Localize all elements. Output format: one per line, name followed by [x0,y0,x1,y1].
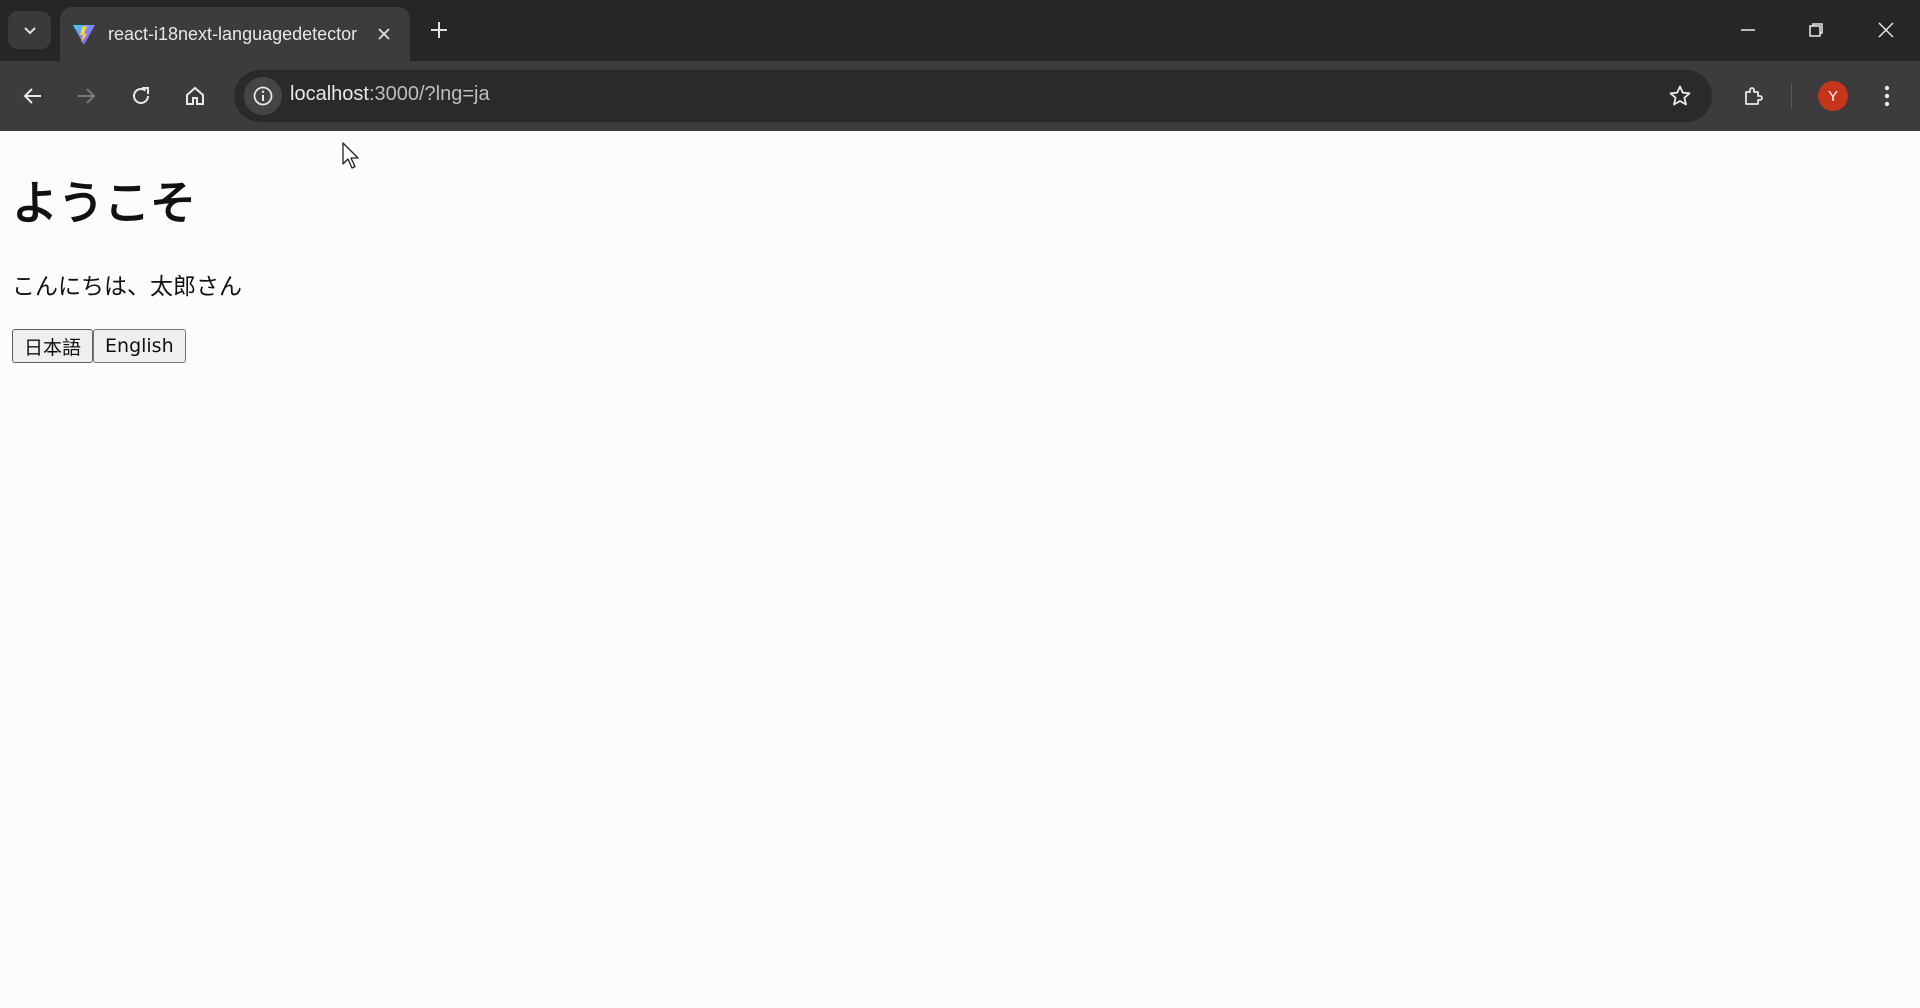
address-bar[interactable]: localhost:3000/?lng=ja [234,70,1712,122]
star-icon [1669,85,1691,106]
page-title: ようこそ [12,176,196,230]
toolbar-divider [1791,83,1792,109]
home-icon [186,86,204,105]
minimize-button[interactable] [1724,8,1772,52]
reload-button[interactable] [122,77,160,115]
japanese-button[interactable]: 日本語 [12,329,94,363]
window-close-icon [1878,22,1894,38]
url-text[interactable]: localhost:3000/?lng=ja [290,83,490,106]
restore-icon [1809,23,1823,37]
bookmark-button[interactable] [1664,80,1696,112]
new-tab-button[interactable] [424,15,454,45]
window-close-button[interactable] [1862,8,1910,52]
forward-arrow-icon [78,88,96,104]
url-path: :3000/?lng=ja [368,83,490,105]
extensions-button[interactable] [1735,77,1773,115]
home-button[interactable] [176,77,214,115]
tab-search-icon [23,27,36,35]
vite-logo-icon [72,22,96,46]
active-tab[interactable]: react-i18next-languagedetector [60,7,410,61]
browser-window: react-i18next-languagedetector localhost… [0,0,1920,1008]
back-arrow-icon [23,88,41,104]
extensions-icon [1745,87,1763,105]
info-icon [253,86,273,106]
page-content: ようこそ こんにちは、太郎さん 日本語 English [0,131,1920,1008]
mouse-cursor-icon [342,142,359,169]
tab-close-button[interactable] [372,22,396,46]
greeting-text: こんにちは、太郎さん [12,274,242,300]
reload-icon [133,87,149,104]
english-button[interactable]: English [93,329,186,363]
tab-title: react-i18next-languagedetector [108,23,358,44]
back-button[interactable] [14,77,52,115]
forward-button[interactable] [67,77,105,115]
restore-button[interactable] [1792,8,1840,52]
minimize-icon [1741,29,1755,31]
close-icon [378,28,390,40]
tab-search-button[interactable] [8,11,51,49]
browser-menu-button[interactable] [1868,77,1906,115]
kebab-menu-icon [1884,85,1890,107]
plus-icon [431,22,447,38]
browser-toolbar: localhost:3000/?lng=ja Y [0,61,1920,131]
url-host: localhost [290,83,369,105]
site-info-button[interactable] [244,77,282,115]
tab-strip: react-i18next-languagedetector [0,0,1920,61]
profile-avatar[interactable]: Y [1818,81,1848,111]
language-switcher: 日本語 English [12,329,186,363]
